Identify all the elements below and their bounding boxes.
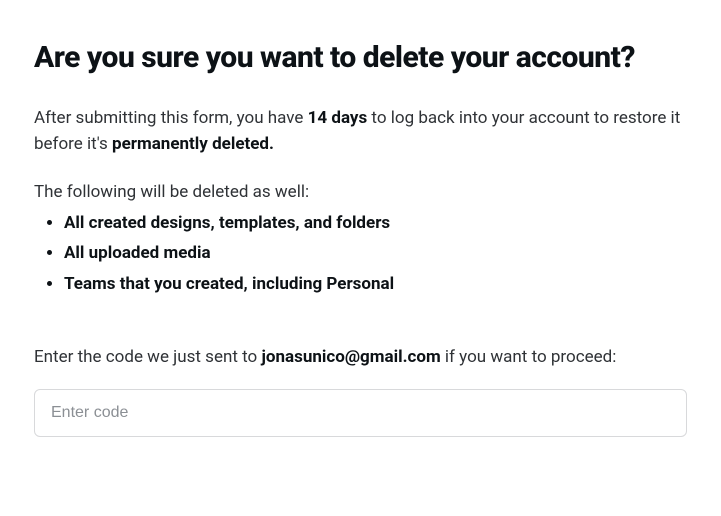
code-prompt-email: jonasunico@gmail.com [261, 347, 440, 367]
list-item: Teams that you created, including Person… [64, 269, 687, 300]
warning-permanent: permanently deleted. [112, 134, 274, 154]
delete-list-intro: The following will be deleted as well: [34, 182, 687, 202]
delete-list: All created designs, templates, and fold… [34, 208, 687, 300]
code-prompt-before: Enter the code we just sent to [34, 347, 261, 367]
warning-text-before: After submitting this form, you have [34, 108, 308, 128]
warning-paragraph: After submitting this form, you have 14 … [34, 105, 687, 158]
list-item: All created designs, templates, and fold… [64, 208, 687, 239]
code-input[interactable] [34, 389, 687, 437]
page-title: Are you sure you want to delete your acc… [34, 38, 687, 77]
code-prompt: Enter the code we just sent to jonasunic… [34, 347, 687, 367]
warning-days: 14 days [308, 108, 368, 128]
list-item: All uploaded media [64, 238, 687, 269]
code-prompt-after: if you want to proceed: [441, 347, 617, 367]
